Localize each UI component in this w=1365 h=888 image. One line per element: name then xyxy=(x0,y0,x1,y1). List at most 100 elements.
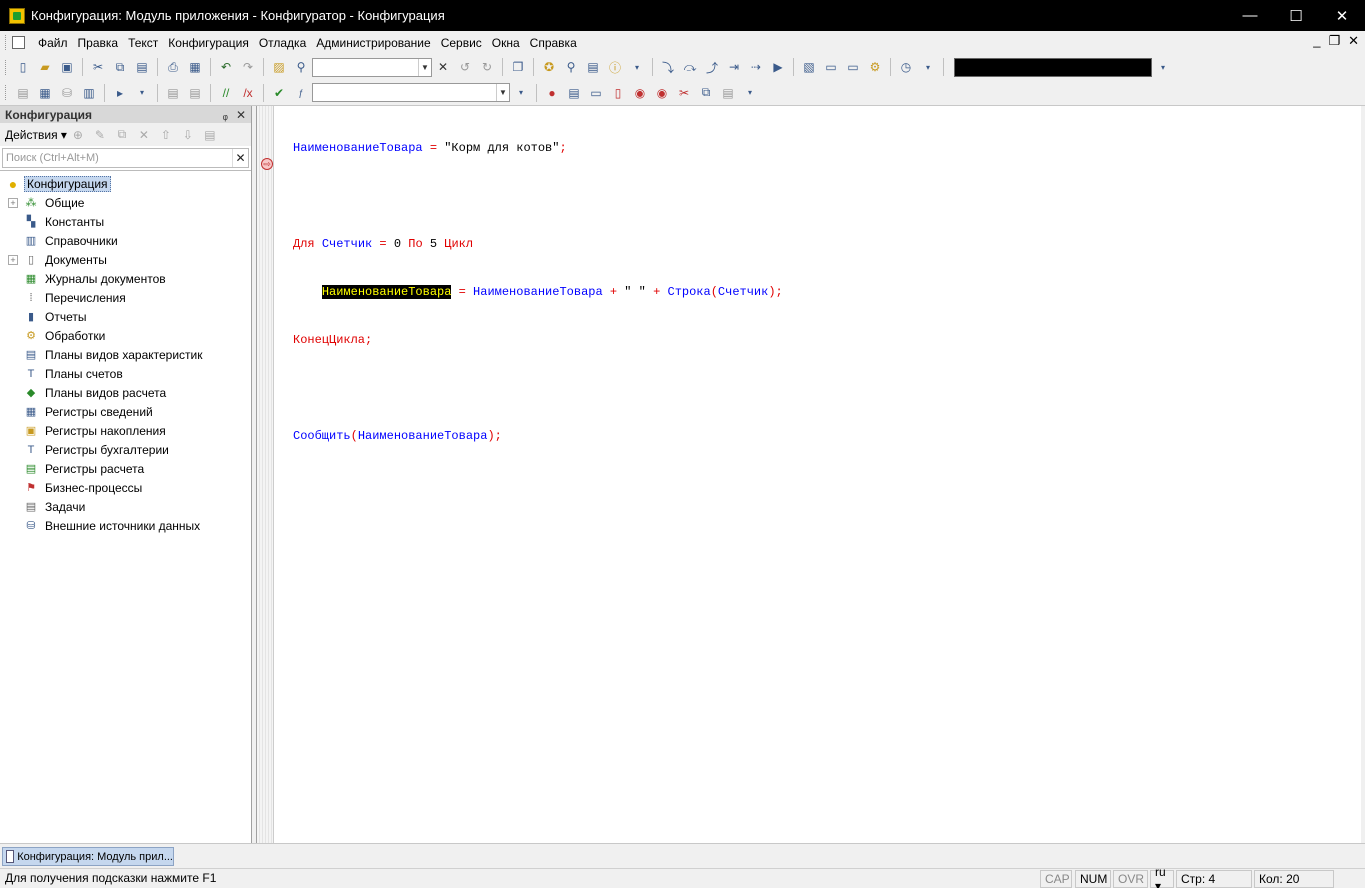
clock-icon[interactable]: ◷ xyxy=(898,59,914,75)
language-selector[interactable]: ru ▾ xyxy=(1150,865,1174,888)
database-icon[interactable]: ⛁ xyxy=(59,85,75,101)
print-icon[interactable]: ⎙ xyxy=(165,59,181,75)
paste-block-icon[interactable]: ▤ xyxy=(187,85,203,101)
dropdown-icon[interactable]: ▾ xyxy=(742,85,758,101)
debug-copy-icon[interactable]: ⧉ xyxy=(698,85,714,101)
close-button[interactable]: ✕ xyxy=(1319,0,1365,31)
tree-item-accounting-registers[interactable]: T Регистры бухгалтерии xyxy=(0,440,251,459)
minimize-button[interactable]: — xyxy=(1227,0,1273,31)
step-over-icon[interactable]: ⤼ xyxy=(682,59,698,75)
code-text[interactable]: НаименованиеТовара = "Корм для котов"; Д… xyxy=(293,108,783,476)
uncomment-icon[interactable]: /x xyxy=(240,85,256,101)
copy-block-icon[interactable]: ▤ xyxy=(165,85,181,101)
dropdown-icon[interactable]: ▾ xyxy=(1155,59,1171,75)
tree-item-calculation-registers[interactable]: ▤ Регистры расчета xyxy=(0,459,251,478)
expand-icon[interactable]: + xyxy=(8,254,18,265)
menu-service[interactable]: Сервис xyxy=(436,36,487,50)
tree-item-documents[interactable]: + ▯ Документы xyxy=(0,250,251,269)
tree-item-reports[interactable]: ▮ Отчеты xyxy=(0,307,251,326)
window-menu-icon[interactable] xyxy=(12,36,25,49)
help-book-icon[interactable]: ▤ xyxy=(585,59,601,75)
window-icon[interactable]: ▭ xyxy=(845,59,861,75)
window-tab-module[interactable]: Конфигурация: Модуль прил... xyxy=(2,847,174,866)
tree-item-calculation-types[interactable]: ◆ Планы видов расчета xyxy=(0,383,251,402)
chevron-down-icon[interactable]: ▼ xyxy=(496,84,509,101)
move-down-icon[interactable]: ⇩ xyxy=(180,127,196,143)
toggle-breakpoint-icon[interactable]: ● xyxy=(544,85,560,101)
list-icon[interactable]: ▤ xyxy=(202,127,218,143)
redo-icon[interactable]: ↷ xyxy=(240,59,256,75)
find-icon[interactable]: ⚲ xyxy=(293,59,309,75)
paste-icon[interactable]: ▤ xyxy=(134,59,150,75)
redacted-combo[interactable] xyxy=(954,57,1152,77)
menu-grip[interactable] xyxy=(5,35,8,50)
menu-debug[interactable]: Отладка xyxy=(254,36,311,50)
windows-icon[interactable]: ❐ xyxy=(510,59,526,75)
undo-icon[interactable]: ↶ xyxy=(218,59,234,75)
continue-icon[interactable]: ▶ xyxy=(770,59,786,75)
chevron-down-icon[interactable]: ▼ xyxy=(418,58,431,76)
tree-item-external-data-sources[interactable]: ⛁ Внешние источники данных xyxy=(0,516,251,535)
search-combo[interactable]: ▼ xyxy=(312,57,432,77)
find-in-files-icon[interactable]: ▨ xyxy=(271,59,287,75)
tree-item-tasks[interactable]: ▤ Задачи xyxy=(0,497,251,516)
code-editor[interactable]: ⇨ НаименованиеТовара = "Корм для котов";… xyxy=(256,106,1361,843)
edit-icon[interactable]: ✎ xyxy=(92,127,108,143)
dropdown-icon[interactable]: ▾ xyxy=(629,59,645,75)
stop-on-error-icon[interactable]: ◉ xyxy=(654,85,670,101)
table-icon[interactable]: ▥ xyxy=(81,85,97,101)
menu-windows[interactable]: Окна xyxy=(487,36,525,50)
tree-item-information-registers[interactable]: ▦ Регистры сведений xyxy=(0,402,251,421)
remove-breakpoints-icon[interactable]: ▯ xyxy=(610,85,626,101)
copy-icon[interactable]: ⧉ xyxy=(114,127,130,143)
breakpoint-arrow-icon[interactable]: ⇨ xyxy=(261,158,273,170)
delete-icon[interactable]: ✕ xyxy=(136,127,152,143)
settings-icon[interactable]: ⚙ xyxy=(867,59,883,75)
dropdown-icon[interactable]: ▾ xyxy=(134,85,150,101)
disable-breakpoint-icon[interactable]: ▭ xyxy=(588,85,604,101)
syntax-check-icon[interactable]: ✔ xyxy=(271,85,287,101)
info-icon[interactable]: ⓘ xyxy=(607,59,623,75)
clear-search-icon[interactable]: ✕ xyxy=(435,59,451,75)
comment-icon[interactable]: // xyxy=(218,85,234,101)
mdi-restore-button[interactable]: ❐ xyxy=(1328,33,1340,49)
tree-item-catalogs[interactable]: ▥ Справочники xyxy=(0,231,251,250)
procedure-icon[interactable]: ƒ xyxy=(293,85,309,101)
debug-paste-icon[interactable]: ▤ xyxy=(720,85,736,101)
new-file-icon[interactable]: ▯ xyxy=(15,59,31,75)
debug-cut-icon[interactable]: ✂ xyxy=(676,85,692,101)
pin-icon[interactable]: ᵩ xyxy=(223,108,228,122)
menu-help[interactable]: Справка xyxy=(525,36,582,50)
tree-item-data-processors[interactable]: ⚙ Обработки xyxy=(0,326,251,345)
run-icon[interactable]: ▸ xyxy=(112,85,128,101)
toolbar-grip[interactable] xyxy=(5,59,8,75)
syntax-helper-icon[interactable]: ⚲ xyxy=(563,59,579,75)
tree-item-accumulation-registers[interactable]: ▣ Регистры накопления xyxy=(0,421,251,440)
menu-configuration[interactable]: Конфигурация xyxy=(163,36,254,50)
find-next-icon[interactable]: ↻ xyxy=(479,59,495,75)
tree-item-constants[interactable]: ▚ Константы xyxy=(0,212,251,231)
run-to-cursor-icon[interactable]: ⇥ xyxy=(726,59,742,75)
open-file-icon[interactable]: ▰ xyxy=(37,59,53,75)
tree-item-charts-of-accounts[interactable]: T Планы счетов xyxy=(0,364,251,383)
set-next-statement-icon[interactable]: ⇢ xyxy=(748,59,764,75)
print-preview-icon[interactable]: ▦ xyxy=(187,59,203,75)
breakpoint-list-icon[interactable]: ▤ xyxy=(566,85,582,101)
copy-icon[interactable]: ⧉ xyxy=(112,59,128,75)
conditional-breakpoint-icon[interactable]: ◉ xyxy=(632,85,648,101)
mdi-close-button[interactable]: ✕ xyxy=(1348,33,1359,49)
tree-item-characteristic-types[interactable]: ▤ Планы видов характеристик xyxy=(0,345,251,364)
menu-administration[interactable]: Администрирование xyxy=(311,36,435,50)
step-into-icon[interactable]: ⤵ xyxy=(660,59,676,75)
menu-text[interactable]: Текст xyxy=(123,36,163,50)
search-clear-icon[interactable]: ✕ xyxy=(232,149,248,167)
tree-item-enums[interactable]: ⁞ Перечисления xyxy=(0,288,251,307)
save-icon[interactable]: ▣ xyxy=(59,59,75,75)
editor-gutter[interactable]: ⇨ xyxy=(257,106,274,843)
actions-menu-button[interactable]: Действия ▾ xyxy=(5,128,67,142)
procedure-combo[interactable]: ▼ xyxy=(312,83,510,102)
tree-search-input[interactable] xyxy=(3,149,232,167)
dropdown-icon[interactable]: ▾ xyxy=(513,85,529,101)
tree-item-general[interactable]: + ⁂ Общие xyxy=(0,193,251,212)
expand-icon[interactable]: + xyxy=(8,197,18,208)
